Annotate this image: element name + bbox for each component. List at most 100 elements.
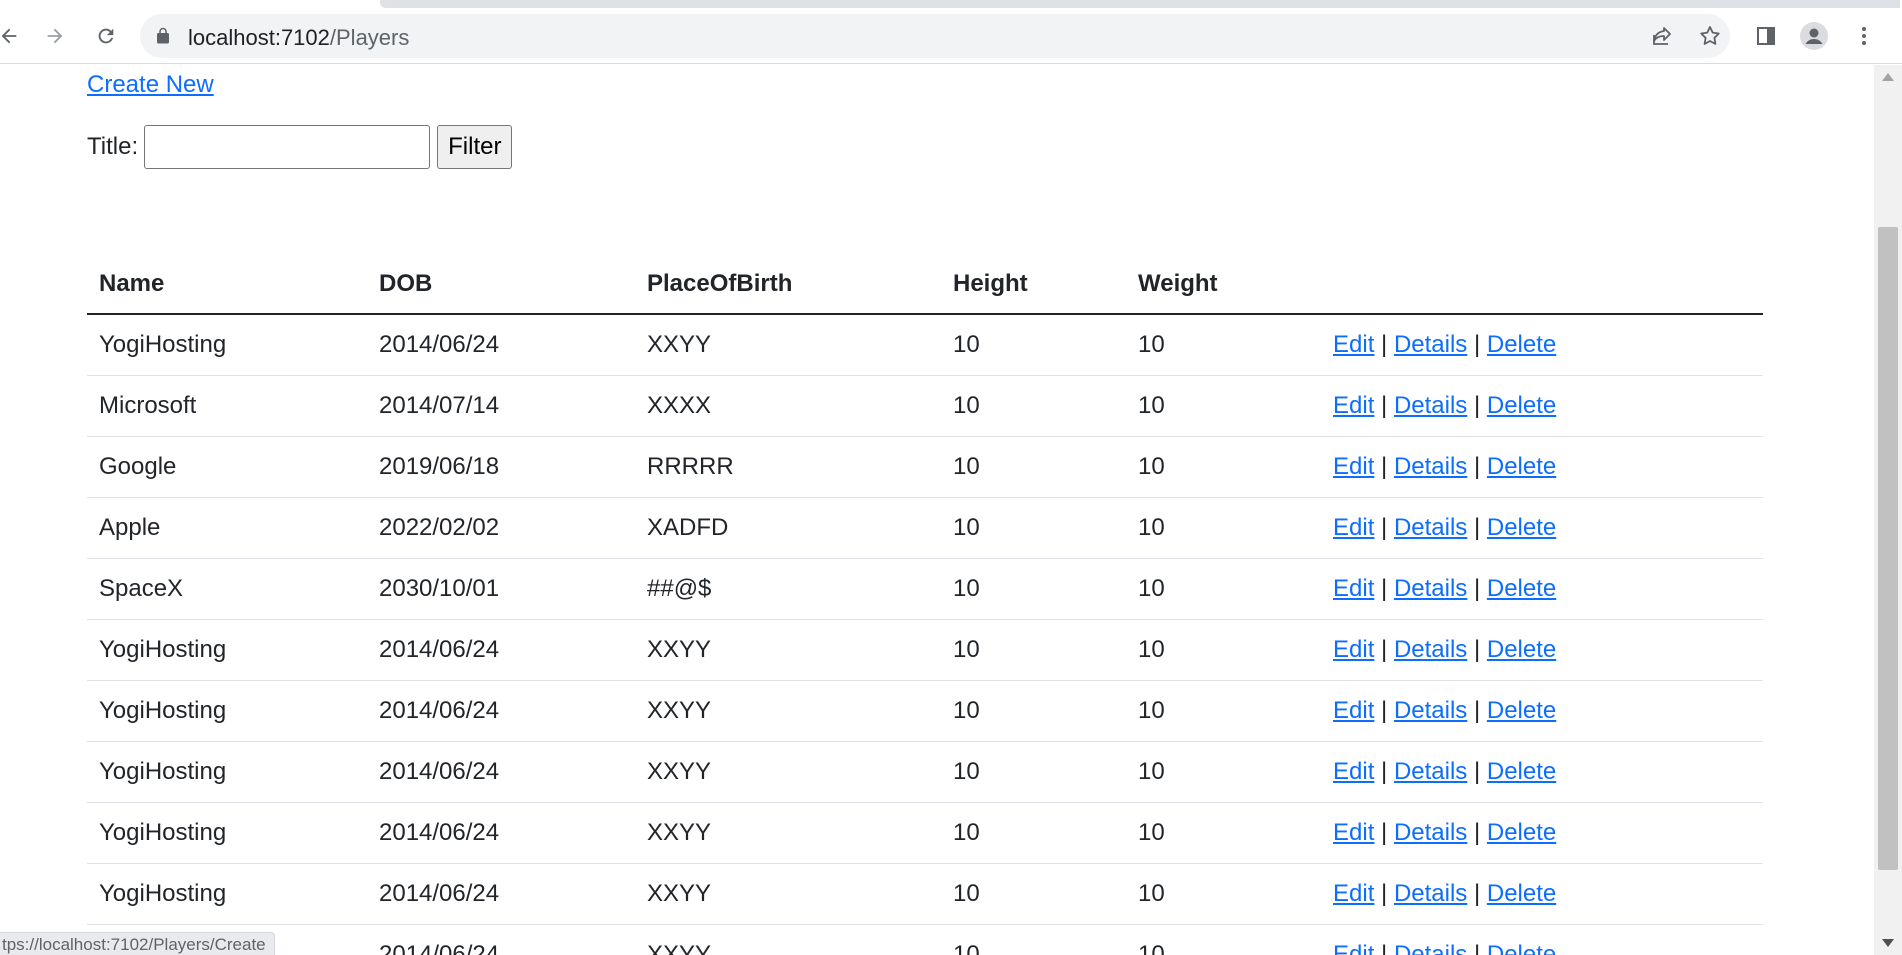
scrollbar-thumb[interactable]: [1878, 227, 1898, 870]
cell-actions: Edit | Details | Delete: [1321, 619, 1763, 681]
profile-icon[interactable]: [1800, 22, 1828, 50]
details-link[interactable]: Details: [1394, 575, 1467, 602]
cell-name: YogiHosting: [87, 680, 367, 742]
tab-strip-edge: [380, 0, 1900, 8]
url-host: localhost:7102: [188, 25, 330, 50]
table-header-row: Name DOB PlaceOfBirth Height Weight: [87, 254, 1763, 314]
details-link[interactable]: Details: [1394, 819, 1467, 846]
delete-link[interactable]: Delete: [1487, 758, 1556, 785]
cell-dob: 2014/06/24: [367, 802, 635, 864]
delete-link[interactable]: Delete: [1487, 819, 1556, 846]
address-url[interactable]: localhost:7102/Players: [188, 25, 409, 51]
title-filter-input[interactable]: [144, 125, 431, 169]
cell-weight: 10: [1126, 436, 1321, 498]
table-row: Apple 2022/02/02 XADFD 10 10 Edit | Details |…: [87, 497, 1763, 559]
header-dob: DOB: [379, 269, 433, 297]
table-row: Google 2019/06/18 RRRRR 10 10 Edit | Details …: [87, 436, 1763, 498]
star-icon[interactable]: [1698, 24, 1722, 48]
cell-dob: 2022/02/02: [367, 497, 635, 559]
lock-icon[interactable]: [154, 27, 172, 45]
cell-weight: 10: [1126, 375, 1321, 437]
address-bar[interactable]: localhost:7102/Players: [140, 14, 1730, 58]
details-link[interactable]: Details: [1394, 697, 1467, 724]
cell-name: YogiHosting: [87, 802, 367, 864]
status-url-bubble: tps://localhost:7102/Players/Create: [0, 932, 275, 955]
cell-actions: Edit | Details | Delete: [1321, 863, 1763, 925]
delete-link[interactable]: Delete: [1487, 697, 1556, 724]
delete-link[interactable]: Delete: [1487, 331, 1556, 358]
filter-button[interactable]: Filter: [437, 125, 513, 169]
cell-dob: 2019/06/18: [367, 436, 635, 498]
cell-place-of-birth: XXYY: [635, 741, 941, 803]
table-row: SpaceX 2030/10/01 ##@$ 10 10 Edit | Details |…: [87, 558, 1763, 620]
table-row: YogiHosting2014/06/24XXYY1010Edit | Deta…: [87, 924, 1763, 955]
edit-link[interactable]: Edit: [1333, 636, 1374, 663]
page-scrollbar[interactable]: [1874, 65, 1902, 955]
table-row: YogiHosting2014/06/24XXYY1010Edit | Deta…: [87, 314, 1763, 376]
cell-weight: 10: [1126, 863, 1321, 925]
cell-actions: Edit | Details | Delete: [1321, 558, 1763, 620]
cell-weight: 10: [1126, 497, 1321, 559]
table-row: YogiHosting2014/06/24XXYY1010Edit | Deta…: [87, 680, 1763, 742]
delete-link[interactable]: Delete: [1487, 514, 1556, 541]
cell-height: 10: [941, 924, 1126, 955]
details-link[interactable]: Details: [1394, 758, 1467, 785]
delete-link[interactable]: Delete: [1487, 453, 1556, 480]
scroll-up-arrow-icon[interactable]: [1882, 73, 1894, 81]
cell-actions: Edit | Details | Delete: [1321, 802, 1763, 864]
details-link[interactable]: Details: [1394, 880, 1467, 907]
cell-height: 10: [941, 680, 1126, 742]
cell-height: 10: [941, 863, 1126, 925]
cell-height: 10: [941, 619, 1126, 681]
edit-link[interactable]: Edit: [1333, 514, 1374, 541]
action-separator: |: [1381, 940, 1388, 955]
header-weight: Weight: [1138, 269, 1218, 297]
edit-link[interactable]: Edit: [1333, 941, 1374, 955]
delete-link[interactable]: Delete: [1487, 636, 1556, 663]
reload-icon[interactable]: [89, 19, 123, 53]
details-link[interactable]: Details: [1394, 636, 1467, 663]
table-row: Microsoft 2014/07/14 XXXX 10 10 Edit | Detail…: [87, 375, 1763, 437]
edit-link[interactable]: Edit: [1333, 331, 1374, 358]
forward-arrow-icon[interactable]: [38, 19, 72, 53]
details-link[interactable]: Details: [1394, 331, 1467, 358]
create-new-link[interactable]: Create New: [87, 71, 214, 99]
delete-link[interactable]: Delete: [1487, 880, 1556, 907]
edit-link[interactable]: Edit: [1333, 392, 1374, 419]
more-vert-icon[interactable]: [1850, 22, 1878, 50]
cell-dob: 2014/06/24: [367, 619, 635, 681]
share-icon[interactable]: [1650, 24, 1674, 48]
edit-link[interactable]: Edit: [1333, 453, 1374, 480]
scroll-down-arrow-icon[interactable]: [1882, 939, 1894, 947]
action-separator: |: [1381, 574, 1388, 602]
edit-link[interactable]: Edit: [1333, 575, 1374, 602]
details-link[interactable]: Details: [1394, 453, 1467, 480]
cell-dob: 2014/06/24: [367, 314, 635, 376]
cell-height: 10: [941, 802, 1126, 864]
cell-actions: Edit | Details | Delete: [1321, 314, 1763, 376]
cell-weight: 10: [1126, 802, 1321, 864]
cell-actions: Edit | Details | Delete: [1321, 497, 1763, 559]
action-separator: |: [1381, 391, 1388, 419]
action-separator: |: [1381, 330, 1388, 358]
filter-label: Title:: [87, 133, 139, 160]
edit-link[interactable]: Edit: [1333, 697, 1374, 724]
details-link[interactable]: Details: [1394, 514, 1467, 541]
cell-dob: 2014/07/14: [367, 375, 635, 437]
cell-name: YogiHosting: [87, 619, 367, 681]
details-link[interactable]: Details: [1394, 941, 1467, 955]
filter-form: Title: Filter: [87, 124, 513, 170]
back-arrow-icon[interactable]: [0, 19, 26, 53]
edit-link[interactable]: Edit: [1333, 819, 1374, 846]
delete-link[interactable]: Delete: [1487, 941, 1556, 955]
action-separator: |: [1381, 513, 1388, 541]
cell-weight: 10: [1126, 558, 1321, 620]
delete-link[interactable]: Delete: [1487, 575, 1556, 602]
side-panel-icon[interactable]: [1752, 22, 1780, 50]
delete-link[interactable]: Delete: [1487, 392, 1556, 419]
edit-link[interactable]: Edit: [1333, 880, 1374, 907]
details-link[interactable]: Details: [1394, 392, 1467, 419]
edit-link[interactable]: Edit: [1333, 758, 1374, 785]
cell-dob: 2014/06/24: [367, 741, 635, 803]
page-viewport: Create New Title: Filter Name DOB PlaceO…: [0, 65, 1874, 955]
